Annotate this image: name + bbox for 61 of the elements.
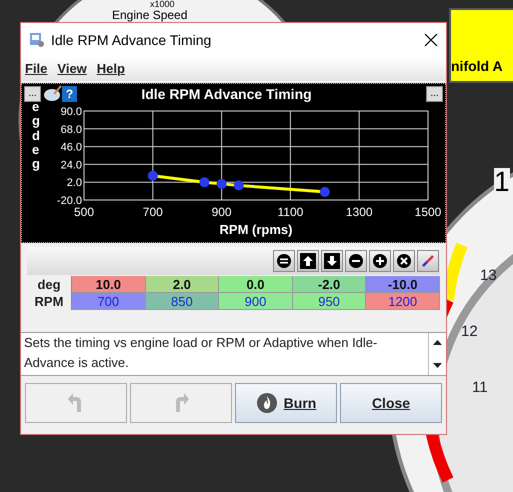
table-cell[interactable]: 1200 — [366, 293, 440, 310]
y-tick-label: 24.0 — [60, 159, 82, 172]
x-axis-title: RPM (rpms) — [220, 222, 292, 237]
gauge-title: Engine Speed — [112, 9, 188, 21]
chart-options-button[interactable]: ... — [426, 86, 443, 102]
x-icon-button[interactable] — [393, 250, 415, 272]
y-tick-label: 68.0 — [60, 124, 82, 136]
x-icon — [396, 253, 412, 269]
chart-title: Idle RPM Advance Timing — [141, 86, 312, 102]
y-tick-label: 90.0 — [60, 106, 82, 118]
table-cell[interactable]: -2.0 — [292, 276, 366, 293]
pen-icon-button[interactable] — [417, 250, 439, 272]
x-tick-label: 700 — [142, 205, 163, 219]
up-arrow-icon-button[interactable] — [297, 250, 319, 272]
notepad-icon[interactable] — [44, 85, 62, 102]
up-arrow-icon — [300, 253, 316, 269]
menu-item[interactable]: File — [25, 59, 48, 79]
menu-item[interactable]: View — [57, 59, 87, 79]
equals-icon-button[interactable] — [273, 250, 295, 272]
x-tick-label: 500 — [74, 205, 94, 219]
chart-options-button[interactable]: ... — [24, 86, 41, 102]
down-arrow-icon-button[interactable] — [321, 250, 343, 272]
x-tick-label: 1300 — [346, 205, 373, 219]
down-arrow-icon — [324, 253, 340, 269]
table-cell[interactable]: 10.0 — [72, 276, 146, 293]
y-tick-label: -20.0 — [56, 195, 82, 207]
pen-icon — [420, 253, 436, 269]
y-axis-title: eg deg — [32, 100, 41, 172]
plus-icon — [372, 253, 388, 269]
table-cell[interactable]: 0.0 — [219, 276, 293, 293]
data-point[interactable] — [234, 180, 244, 190]
gauge-number: 11 — [472, 380, 488, 395]
app-icon — [29, 32, 45, 48]
banner-text: nifold A — [451, 57, 503, 76]
burn-button[interactable]: Burn — [235, 383, 337, 423]
minus-icon — [348, 253, 364, 269]
table-cell[interactable]: 2.0 — [146, 276, 220, 293]
gauge-number: 13 — [480, 268, 497, 283]
help-icon[interactable]: ? — [62, 86, 77, 102]
x-tick-label: 1500 — [414, 205, 442, 219]
description-text: Sets the timing vs engine load or RPM or Adaptive when Idle-Advance is active. — [23, 334, 378, 372]
equals-icon — [276, 253, 292, 269]
table-cell[interactable]: 950 — [292, 293, 366, 310]
flame-icon — [256, 392, 278, 414]
gauge-unit: x1000 — [150, 0, 175, 9]
y-tick-label: 2.0 — [66, 177, 82, 190]
close-icon[interactable] — [424, 33, 438, 47]
x-tick-label: 1100 — [278, 205, 304, 219]
table-cell[interactable]: 900 — [219, 293, 293, 310]
x-tick-label: 900 — [212, 205, 232, 219]
window-title: Idle RPM Advance Timing — [51, 30, 212, 50]
menu-item[interactable]: Help — [96, 59, 125, 79]
gauge-number: 12 — [461, 324, 478, 339]
data-point[interactable] — [199, 177, 210, 188]
table-cell[interactable]: -10.0 — [366, 276, 440, 293]
table-cell[interactable]: 850 — [146, 293, 220, 310]
plus-icon-button[interactable] — [369, 250, 391, 272]
data-point[interactable] — [216, 178, 227, 189]
minus-icon-button[interactable] — [345, 250, 367, 272]
y-tick-label: 46.0 — [60, 142, 82, 154]
close-button[interactable]: Close — [340, 383, 442, 423]
